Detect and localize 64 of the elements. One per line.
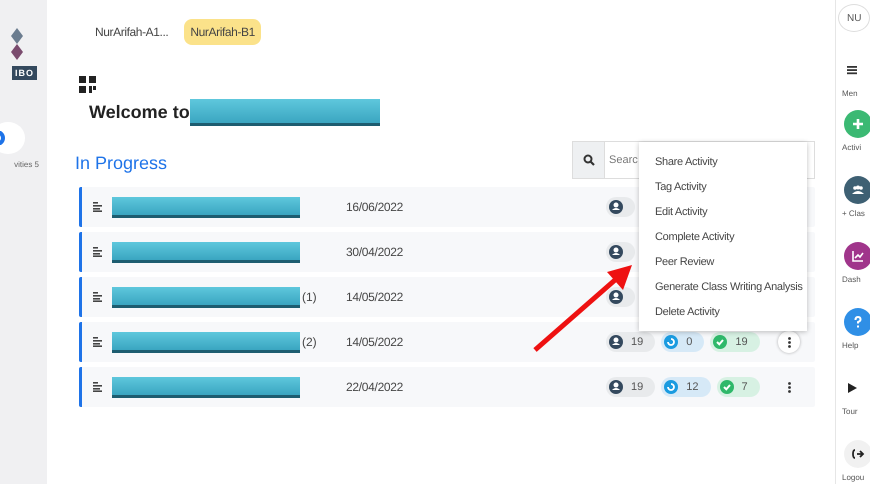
check-icon (720, 380, 734, 394)
class-tab[interactable]: NurArifah-A1... (89, 19, 174, 45)
document-icon (93, 247, 102, 257)
welcome-heading: Welcome to (89, 102, 190, 123)
count-pill: 7 (716, 377, 760, 397)
group-icon (851, 183, 865, 197)
sidebar-label: + Clas (842, 209, 865, 218)
document-icon (93, 292, 102, 302)
activity-date: 14/05/2022 (346, 290, 404, 304)
sidebar-label: Logou (842, 473, 864, 482)
user-avatar[interactable]: NU (838, 4, 870, 32)
count-pill: 19 (710, 332, 760, 352)
activity-date: 14/05/2022 (346, 335, 404, 349)
sidebar-button[interactable] (844, 176, 870, 204)
count-pill: 12 (661, 377, 710, 397)
activity-row[interactable]: (2) 14/05/2022 19 0 19 (79, 322, 815, 362)
menu-item[interactable]: Share Activity (639, 150, 807, 175)
document-icon (93, 337, 102, 347)
progress-icon (664, 380, 678, 394)
class-tab[interactable]: NurArifah-B1 (184, 19, 261, 45)
document-icon (93, 202, 102, 212)
more-vertical-icon (788, 382, 790, 392)
menu-item[interactable]: Generate Class Writing Analysis (639, 275, 807, 300)
sidebar-button[interactable] (844, 440, 870, 468)
activity-date: 30/04/2022 (346, 245, 404, 259)
activity-date: 22/04/2022 (346, 380, 404, 394)
qr-code-icon (79, 76, 97, 94)
sidebar-button[interactable] (844, 242, 870, 270)
menu-item[interactable]: Peer Review (639, 250, 807, 275)
sidebar-label: Activi (842, 143, 862, 152)
sidebar-label: Tour (842, 407, 858, 416)
nav-button[interactable] (0, 122, 25, 154)
plus-icon (851, 117, 865, 131)
activity-suffix: (1) (302, 290, 317, 304)
sidebar-label: vities 5 (14, 160, 39, 169)
search-button[interactable] (572, 141, 604, 179)
more-vertical-icon (788, 336, 790, 348)
document-icon (93, 382, 102, 392)
sidebar-label: Men (842, 89, 858, 98)
students-icon (609, 200, 623, 214)
logout-icon (851, 447, 865, 461)
students-icon (609, 380, 623, 394)
students-icon (609, 245, 623, 259)
play-icon (845, 381, 859, 395)
logo-icon (9, 28, 25, 60)
logo-badge: IBO (12, 66, 37, 80)
activity-row[interactable]: 22/04/2022 19 12 7 (79, 367, 815, 407)
menu-item[interactable]: Edit Activity (639, 200, 807, 225)
section-title: In Progress (75, 152, 168, 174)
progress-icon (664, 335, 678, 349)
sidebar-label: Dash (842, 275, 861, 284)
students-icon (609, 335, 623, 349)
activity-date: 16/06/2022 (346, 200, 404, 214)
more-options-button[interactable] (778, 331, 800, 353)
count-pill: 19 (606, 332, 656, 352)
sidebar-label: Help (842, 341, 858, 350)
count-pill: 19 (606, 377, 656, 397)
check-icon (713, 335, 728, 349)
count-pill: 0 (661, 332, 704, 352)
search-icon (582, 154, 594, 166)
menu-icon (845, 63, 859, 77)
students-icon (609, 290, 623, 304)
chart-icon (851, 249, 865, 263)
activity-suffix: (2) (302, 335, 317, 349)
